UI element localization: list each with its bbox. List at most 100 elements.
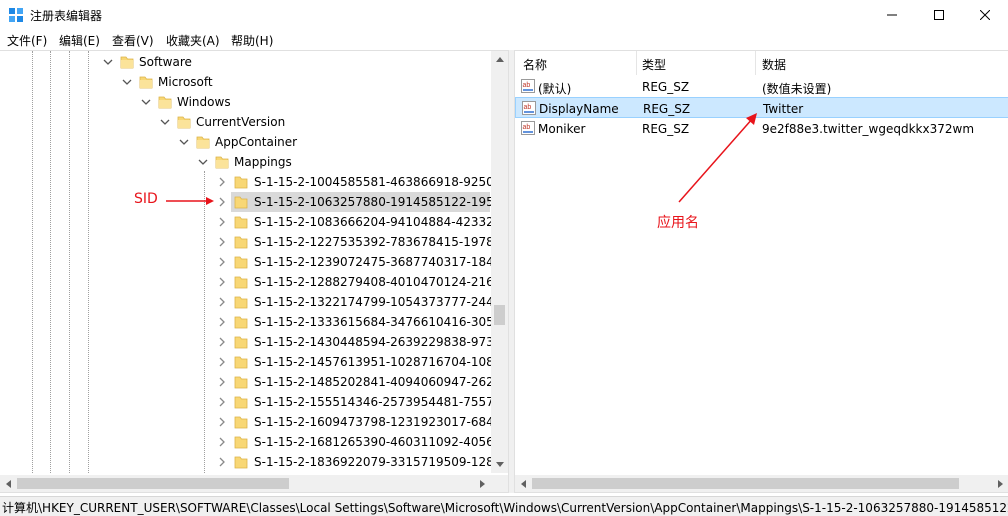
menu-file[interactable]: 文件(F) (7, 32, 47, 49)
tree-node-label: S-1-15-2-1288279408-4010470124-21639 (254, 275, 509, 289)
scroll-right-arrow-icon[interactable] (474, 475, 491, 492)
collapsed-chevron-icon[interactable] (217, 236, 227, 248)
tree-node[interactable]: S-1-15-2-1333615684-3476610416-30510 (0, 312, 508, 332)
expanded-chevron-icon[interactable] (160, 116, 170, 128)
maximize-icon (934, 10, 944, 20)
string-value-icon: ab (522, 101, 536, 115)
value-data: (数值未设置) (762, 82, 832, 96)
scroll-left-arrow-icon[interactable] (515, 475, 532, 492)
expanded-chevron-icon[interactable] (141, 96, 151, 108)
collapsed-chevron-icon[interactable] (217, 256, 227, 268)
registry-value-row[interactable]: ab DisplayName REG_SZ Twitter (515, 97, 1008, 118)
collapsed-chevron-icon[interactable] (217, 216, 227, 228)
tree-node[interactable]: S-1-15-2-1322174799-1054373777-24410 (0, 292, 508, 312)
tree-node-label: S-1-15-2-1457613951-1028716704-10897 (254, 355, 509, 369)
values-list-pane[interactable]: 名称 类型 数据 ab (默认) REG_SZ (数值未设置) ab DisplayNam… (514, 50, 1008, 493)
tree-node[interactable]: S-1-15-2-1004585581-463866918-925052 (0, 172, 508, 192)
tree-node[interactable]: AppContainer (0, 132, 490, 152)
collapsed-chevron-icon[interactable] (217, 436, 227, 448)
collapsed-chevron-icon[interactable] (217, 316, 227, 328)
tree-node[interactable]: S-1-15-2-1485202841-4094060947-26231 (0, 372, 508, 392)
folder-icon (234, 314, 248, 330)
menu-bar: 文件(F) 编辑(E) 查看(V) 收藏夹(A) 帮助(H) (0, 30, 1008, 50)
registry-value-row[interactable]: ab Moniker REG_SZ 9e2f88e3.twitter_wgeqdkkx… (515, 118, 1008, 139)
collapsed-chevron-icon[interactable] (217, 456, 227, 468)
tree-node[interactable]: Microsoft (0, 72, 490, 92)
tree-node[interactable]: Windows (0, 92, 490, 112)
column-header-name[interactable]: 名称 (523, 56, 547, 73)
menu-edit[interactable]: 编辑(E) (59, 32, 100, 49)
tree-node[interactable]: S-1-15-2-1227535392-783678415-197887 (0, 232, 508, 252)
minimize-button[interactable] (869, 0, 915, 30)
collapsed-chevron-icon[interactable] (217, 276, 227, 288)
expanded-chevron-icon[interactable] (122, 76, 132, 88)
tree-vertical-scroll-thumb[interactable] (494, 305, 505, 325)
tree-horizontal-scroll-thumb[interactable] (17, 478, 289, 489)
column-separator[interactable] (755, 51, 756, 75)
collapsed-chevron-icon[interactable] (217, 296, 227, 308)
collapsed-chevron-icon[interactable] (217, 396, 227, 408)
tree-node-label: S-1-15-2-1239072475-3687740317-18429 (254, 255, 509, 269)
tree-node[interactable]: S-1-15-2-1239072475-3687740317-18429 (0, 252, 508, 272)
collapsed-chevron-icon[interactable] (217, 176, 227, 188)
tree-node-label: S-1-15-2-1004585581-463866918-925052 (254, 175, 509, 189)
maximize-button[interactable] (916, 0, 962, 30)
tree-node-label: S-1-15-2-1681265390-460311092-405690 (254, 435, 509, 449)
tree-node[interactable]: Software (0, 52, 490, 72)
folder-icon (234, 394, 248, 410)
menu-favorites[interactable]: 收藏夹(A) (166, 32, 220, 49)
tree-node-label: Microsoft (158, 75, 213, 89)
folder-open-icon (139, 74, 153, 90)
folder-icon (234, 334, 248, 350)
folder-icon (234, 294, 248, 310)
svg-text:ab: ab (524, 104, 532, 111)
collapsed-chevron-icon[interactable] (217, 336, 227, 348)
tree-vertical-scrollbar[interactable] (491, 51, 508, 473)
tree-node-label: S-1-15-2-155514346-2573954481-755741 (254, 395, 509, 409)
tree-horizontal-scrollbar[interactable] (0, 475, 491, 492)
folder-icon (234, 434, 248, 450)
menu-view[interactable]: 查看(V) (112, 32, 154, 49)
folder-icon (234, 274, 248, 290)
tree-node[interactable]: S-1-15-2-1609473798-1231923017-68426 (0, 412, 508, 432)
column-separator[interactable] (636, 51, 637, 75)
column-header-type[interactable]: 类型 (642, 56, 666, 73)
column-header-data[interactable]: 数据 (762, 56, 786, 73)
scroll-right-arrow-icon[interactable] (992, 475, 1008, 492)
registry-value-row[interactable]: ab (默认) REG_SZ (数值未设置) (515, 76, 1008, 97)
scroll-left-arrow-icon[interactable] (0, 475, 17, 492)
key-tree-pane[interactable]: Software Microsoft Windows CurrentVersion Ap… (0, 50, 509, 493)
tree-node[interactable]: S-1-15-2-155514346-2573954481-755741 (0, 392, 508, 412)
tree-node[interactable]: S-1-15-2-1083666204-94104884-4233206 (0, 212, 508, 232)
tree-node[interactable]: S-1-15-2-1063257880-1914585122-19541 (0, 192, 508, 212)
status-bar: 计算机\HKEY_CURRENT_USER\SOFTWARE\Classes\L… (0, 496, 1008, 516)
tree-node-label: S-1-15-2-1063257880-1914585122-19541 (254, 195, 509, 209)
tree-node-label: AppContainer (215, 135, 298, 149)
app-name-annotation-label: 应用名 (657, 215, 699, 231)
expanded-chevron-icon[interactable] (179, 136, 189, 148)
scroll-up-arrow-icon[interactable] (491, 51, 508, 68)
tree-node[interactable]: S-1-15-2-1681265390-460311092-405690 (0, 432, 508, 452)
close-button[interactable] (962, 0, 1008, 30)
tree-node[interactable]: S-1-15-2-1457613951-1028716704-10897 (0, 352, 508, 372)
collapsed-chevron-icon[interactable] (217, 356, 227, 368)
collapsed-chevron-icon[interactable] (217, 196, 227, 208)
collapsed-chevron-icon[interactable] (217, 376, 227, 388)
values-horizontal-scroll-thumb[interactable] (532, 478, 959, 489)
menu-help[interactable]: 帮助(H) (231, 32, 273, 49)
folder-icon (234, 234, 248, 250)
scroll-down-arrow-icon[interactable] (491, 456, 508, 473)
collapsed-chevron-icon[interactable] (217, 416, 227, 428)
tree-node[interactable]: S-1-15-2-1288279408-4010470124-21639 (0, 272, 508, 292)
value-name: Moniker (538, 122, 586, 136)
folder-open-icon (215, 154, 229, 170)
tree-node[interactable]: S-1-15-2-1430448594-2639229838-97381 (0, 332, 508, 352)
tree-node[interactable]: CurrentVersion (0, 112, 490, 132)
tree-node[interactable]: S-1-15-2-1836922079-3315719509-12860 (0, 452, 508, 472)
value-type: REG_SZ (642, 80, 690, 94)
tree-node-label: CurrentVersion (196, 115, 286, 129)
tree-node[interactable]: Mappings (0, 152, 490, 172)
values-horizontal-scrollbar[interactable] (515, 475, 1008, 492)
expanded-chevron-icon[interactable] (103, 56, 113, 68)
expanded-chevron-icon[interactable] (198, 156, 208, 168)
